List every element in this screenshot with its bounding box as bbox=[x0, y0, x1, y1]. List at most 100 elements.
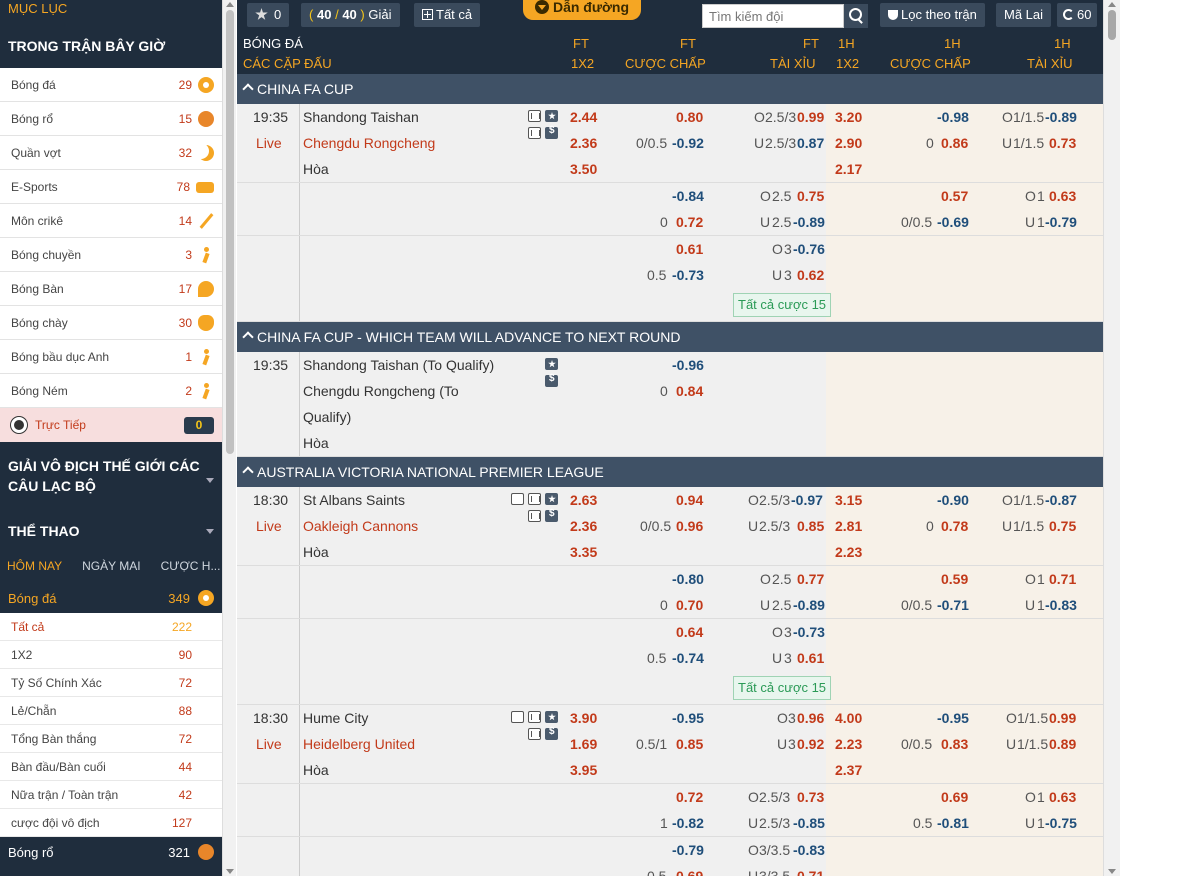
live-button[interactable]: Trực Tiếp 0 bbox=[0, 408, 222, 442]
odd-h1-hdp-away[interactable]: -0.71 bbox=[937, 592, 969, 618]
favorite-star-icon[interactable] bbox=[545, 711, 558, 723]
cash-out-icon[interactable] bbox=[545, 373, 558, 387]
stats-icon[interactable] bbox=[528, 711, 541, 723]
all-bets-button[interactable]: Tất cả cược 15 bbox=[733, 293, 832, 317]
favorite-star-icon[interactable] bbox=[545, 110, 558, 122]
scoreboard-icon[interactable] bbox=[528, 510, 541, 522]
search-input[interactable] bbox=[702, 4, 844, 28]
expand-all-button[interactable]: Tất cả bbox=[414, 3, 481, 27]
odd-h1-hdp-home[interactable]: -0.98 bbox=[937, 104, 969, 130]
odd-ft-over[interactable]: -0.97 bbox=[791, 487, 823, 513]
sport-item-baseball[interactable]: Bóng chày 30 bbox=[0, 306, 222, 340]
odd-ft-hdp-home[interactable]: 0.72 bbox=[676, 784, 703, 810]
odd-h1-over[interactable]: 0.99 bbox=[1049, 705, 1076, 731]
odd-ft-hdp-home[interactable]: 0.80 bbox=[676, 104, 703, 130]
odd-ft-over[interactable]: 0.99 bbox=[797, 104, 824, 130]
bet-type-odd-even[interactable]: Lẻ/Chẵn 88 bbox=[0, 697, 222, 725]
sport-football-header[interactable]: Bóng đá 349 bbox=[0, 583, 222, 613]
guide-button[interactable]: Dẫn đường bbox=[523, 0, 641, 20]
odd-ft-hdp-home[interactable]: -0.95 bbox=[672, 705, 704, 731]
search-icon[interactable] bbox=[844, 4, 868, 28]
odd-h1-hdp-away[interactable]: 0.83 bbox=[941, 731, 968, 757]
odd-ft-hdp-away[interactable]: 0.72 bbox=[676, 209, 703, 235]
scroll-down-icon[interactable] bbox=[1108, 869, 1116, 874]
odd-ft-over[interactable]: -0.73 bbox=[793, 619, 825, 645]
away-team-cont[interactable]: Qualify) bbox=[303, 404, 351, 430]
odd-h1-under[interactable]: -0.75 bbox=[1045, 810, 1077, 836]
sport-item-soccer[interactable]: Bóng đá 29 bbox=[0, 68, 222, 102]
odd-h1-over[interactable]: 0.63 bbox=[1049, 183, 1076, 209]
bet-type-half-full[interactable]: Nữa trận / Toàn trận 42 bbox=[0, 781, 222, 809]
tab-tomorrow[interactable]: NGÀY MAI bbox=[82, 559, 140, 573]
odd-ft-hdp-home[interactable]: -0.84 bbox=[672, 183, 704, 209]
odd-ft-under[interactable]: -0.85 bbox=[793, 810, 825, 836]
odd-ft-1x2-away[interactable]: 2.36 bbox=[570, 513, 597, 539]
league-select-button[interactable]: ( 40 / 40 ) Giải bbox=[301, 3, 400, 27]
home-team[interactable]: Shandong Taishan bbox=[303, 104, 419, 130]
odd-ft-over[interactable]: 0.73 bbox=[797, 784, 824, 810]
odd-ft-under[interactable]: -0.89 bbox=[793, 209, 825, 235]
odd-ft-1x2-draw[interactable]: 3.95 bbox=[570, 757, 597, 783]
sport-item-volleyball[interactable]: Bóng chuyền 3 bbox=[0, 238, 222, 272]
sport-item-tennis[interactable]: Quần vợt 32 bbox=[0, 136, 222, 170]
away-team[interactable]: Oakleigh Cannons bbox=[303, 513, 418, 539]
odd-ft-hdp-home[interactable]: 0.64 bbox=[676, 619, 703, 645]
odd-ft-hdp-home[interactable]: 0.61 bbox=[676, 236, 703, 262]
sports-heading[interactable]: THỂ THAO bbox=[0, 496, 222, 541]
odd-h1-over[interactable]: 0.71 bbox=[1049, 566, 1076, 592]
sport-item-basketball[interactable]: Bóng rổ 15 bbox=[0, 102, 222, 136]
odds-format-button[interactable]: Mã Lai bbox=[996, 3, 1052, 27]
odd-h1-hdp-away[interactable]: 0.78 bbox=[941, 513, 968, 539]
league-header-china-fa-cup-qualify[interactable]: CHINA FA CUP - WHICH TEAM WILL ADVANCE T… bbox=[237, 322, 1103, 352]
odd-h1-over[interactable]: 0.63 bbox=[1049, 784, 1076, 810]
odd-h1-under[interactable]: 0.89 bbox=[1049, 731, 1076, 757]
odd-h1-1x2-home[interactable]: 4.00 bbox=[835, 705, 862, 731]
scroll-down-icon[interactable] bbox=[226, 869, 234, 874]
refresh-button[interactable]: 60 bbox=[1057, 3, 1098, 27]
stats-icon[interactable] bbox=[528, 110, 541, 122]
odd-h1-1x2-away[interactable]: 2.81 bbox=[835, 513, 862, 539]
odd-h1-over[interactable]: -0.87 bbox=[1045, 487, 1077, 513]
home-team[interactable]: Hume City bbox=[303, 705, 368, 731]
bet-type-all[interactable]: Tất cả 222 bbox=[0, 613, 222, 641]
odd-ft-over[interactable]: 0.77 bbox=[797, 566, 824, 592]
odd-h1-1x2-away[interactable]: 2.23 bbox=[835, 731, 862, 757]
odd-ft-1x2-away[interactable]: 2.36 bbox=[570, 130, 597, 156]
odd-ft-hdp-away[interactable]: 0.69 bbox=[676, 863, 703, 876]
odd-ft-under[interactable]: 0.92 bbox=[797, 731, 824, 757]
cash-out-icon[interactable] bbox=[545, 726, 558, 740]
odd-ft-under[interactable]: 0.71 bbox=[797, 863, 824, 876]
odd-h1-1x2-draw[interactable]: 2.23 bbox=[835, 539, 862, 565]
odd-h1-hdp-home[interactable]: 0.57 bbox=[941, 183, 968, 209]
odd-ft-hdp-home[interactable]: -0.96 bbox=[672, 352, 704, 378]
away-team[interactable]: Chengdu Rongcheng bbox=[303, 130, 435, 156]
odd-h1-hdp-home[interactable]: 0.59 bbox=[941, 566, 968, 592]
odd-h1-hdp-home[interactable]: -0.95 bbox=[937, 705, 969, 731]
odd-h1-1x2-draw[interactable]: 2.37 bbox=[835, 757, 862, 783]
odd-ft-hdp-home[interactable]: 0.94 bbox=[676, 487, 703, 513]
odd-ft-under[interactable]: -0.89 bbox=[793, 592, 825, 618]
odd-ft-hdp-away[interactable]: 0.85 bbox=[676, 731, 703, 757]
tab-outright[interactable]: CƯỢC H... bbox=[161, 559, 221, 573]
stats-icon[interactable] bbox=[528, 493, 541, 505]
odd-ft-hdp-home[interactable]: -0.79 bbox=[672, 837, 704, 863]
sport-item-table-tennis[interactable]: Bóng Bàn 17 bbox=[0, 272, 222, 306]
away-team[interactable]: Chengdu Rongcheng (To bbox=[303, 378, 459, 404]
bet-type-total-goals[interactable]: Tổng Bàn thắng 72 bbox=[0, 725, 222, 753]
sport-item-rugby[interactable]: Bóng bầu dục Anh 1 bbox=[0, 340, 222, 374]
filter-by-match-button[interactable]: Lọc theo trận bbox=[880, 3, 985, 27]
odd-h1-over[interactable]: -0.89 bbox=[1045, 104, 1077, 130]
odd-h1-under[interactable]: 0.73 bbox=[1049, 130, 1076, 156]
odd-h1-under[interactable]: 0.75 bbox=[1049, 513, 1076, 539]
sidebar-scrollbar-thumb[interactable] bbox=[226, 10, 234, 454]
home-team[interactable]: St Albans Saints bbox=[303, 487, 405, 513]
scoreboard-icon[interactable] bbox=[528, 728, 541, 740]
odd-ft-under[interactable]: 0.62 bbox=[797, 262, 824, 288]
odd-ft-1x2-draw[interactable]: 3.35 bbox=[570, 539, 597, 565]
favorites-button[interactable]: 0 bbox=[247, 3, 290, 27]
bet-type-outright[interactable]: cược đội vô địch 127 bbox=[0, 809, 222, 837]
odd-h1-1x2-home[interactable]: 3.15 bbox=[835, 487, 862, 513]
video-icon[interactable] bbox=[511, 711, 524, 723]
odd-ft-1x2-home[interactable]: 3.90 bbox=[570, 705, 597, 731]
sport-item-esports[interactable]: E-Sports 78 bbox=[0, 170, 222, 204]
